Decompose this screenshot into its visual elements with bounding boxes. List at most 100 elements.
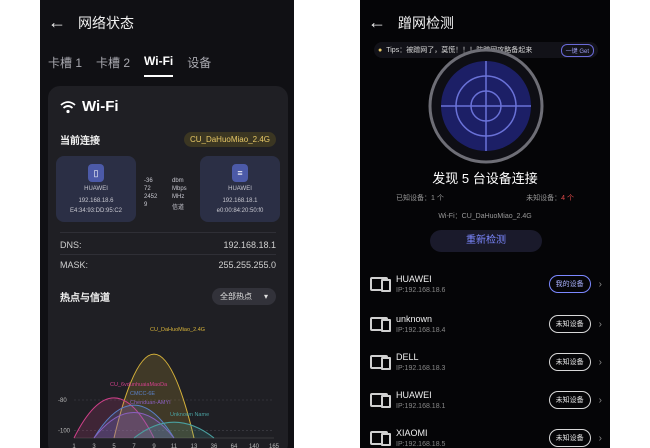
dropdown-triangle-icon: ▾ bbox=[263, 292, 268, 301]
found-devices-text: 发现 5 台设备连接 bbox=[432, 171, 538, 186]
known-label: 已知设备： bbox=[396, 195, 431, 202]
stat-freq-unit: MHz bbox=[172, 194, 185, 200]
current-connection-row: 当前连接 CU_DaHuoMiao_2.4G bbox=[60, 132, 276, 147]
unknown-label: 未知设备： bbox=[526, 195, 562, 202]
hotspot-label: 热点与信道 bbox=[60, 293, 110, 304]
chevron-right-icon[interactable]: › bbox=[599, 279, 602, 290]
wifi-icon bbox=[60, 100, 76, 113]
router-device-name: HUAWEI bbox=[228, 186, 252, 192]
unknown-count: 4 个 bbox=[561, 195, 574, 202]
stat-signal-value: -36 bbox=[144, 178, 153, 184]
device-name: XIAOMI bbox=[396, 428, 428, 438]
hotspot-filter-value: 全部热点 bbox=[219, 292, 252, 301]
stat-channel-unit: 信道 bbox=[172, 205, 185, 211]
local-device-ip: 192.168.18.6 bbox=[78, 198, 114, 204]
series-label: CMCC-6E bbox=[130, 391, 155, 397]
stat-freq-value: 2452 bbox=[144, 194, 158, 200]
series-label: Unknown Name bbox=[170, 412, 209, 418]
tab-slot-2[interactable]: 卡槽 2 bbox=[96, 54, 130, 77]
x-tick-label: 64 bbox=[231, 444, 238, 448]
chevron-right-icon[interactable]: › bbox=[599, 357, 602, 368]
dns-label: DNS: bbox=[60, 240, 82, 250]
tab-bar: 卡槽 1 卡槽 2 Wi-Fi 设备 bbox=[48, 54, 211, 77]
phone-network-detect: ← 蹭网检测 ● Tips：被蹭网了，莫慌！！！防蹭网攻略备起来 一键 Get … bbox=[360, 0, 610, 448]
divider bbox=[60, 232, 276, 233]
back-arrow-icon[interactable]: ← bbox=[48, 12, 68, 33]
dns-row: DNS: 192.168.18.1 bbox=[60, 240, 276, 250]
connected-wifi-line: Wi-Fi：CU_DaHuoMiao_2.4G bbox=[438, 213, 532, 220]
device-tag-button[interactable]: 未知设备 bbox=[548, 353, 591, 371]
device-name: DELL bbox=[396, 352, 419, 362]
wifi-title-text: Wi-Fi bbox=[82, 98, 119, 115]
stat-signal-unit: dbm bbox=[172, 178, 184, 184]
header: ← 网络状态 bbox=[48, 12, 134, 33]
hotspot-filter-select[interactable]: 全部热点 ▾ bbox=[211, 288, 276, 305]
device-tag-button[interactable]: 未知设备 bbox=[548, 391, 591, 409]
wifi-card-title: Wi-Fi bbox=[60, 98, 119, 115]
router-device-ip: 192.168.18.1 bbox=[222, 198, 258, 204]
router-icon: ≡ bbox=[232, 164, 248, 182]
x-tick-label: 165 bbox=[269, 444, 280, 448]
device-list-item[interactable]: HUAWEI IP:192.168.18.6 我的设备 › bbox=[370, 268, 602, 300]
unknown-devices-count: 未知设备：4 个 bbox=[526, 193, 574, 203]
chevron-right-icon[interactable]: › bbox=[599, 395, 602, 406]
devices-icon bbox=[370, 431, 391, 446]
chevron-right-icon[interactable]: › bbox=[599, 319, 602, 330]
tab-devices[interactable]: 设备 bbox=[187, 54, 211, 77]
series-label: CU_6vdunhuaiaMaoDa bbox=[110, 382, 168, 388]
mask-label: MASK: bbox=[60, 260, 89, 270]
stat-speed-unit: Mbps bbox=[172, 186, 187, 192]
stat-speed-value: 72 bbox=[144, 186, 151, 192]
mask-row: MASK: 255.255.255.0 bbox=[60, 260, 276, 270]
phone-network-status: ← 网络状态 卡槽 1 卡槽 2 Wi-Fi 设备 Wi-Fi 当前连接 CU_… bbox=[40, 0, 294, 448]
chevron-right-icon[interactable]: › bbox=[599, 433, 602, 444]
link-stats: -36 dbm 72 Mbps 2452 MHz 9 信道 bbox=[144, 178, 200, 211]
tab-slot-1[interactable]: 卡槽 1 bbox=[48, 54, 82, 77]
device-tag-button[interactable]: 未知设备 bbox=[548, 429, 591, 447]
devices-icon bbox=[370, 355, 391, 370]
series-label: CU_DaHuoMiao_2.4G bbox=[150, 327, 205, 333]
y-tick-label: -80 bbox=[58, 398, 67, 404]
device-list-item[interactable]: DELL IP:192.168.18.3 未知设备 › bbox=[370, 346, 602, 378]
device-ip: IP:192.168.18.5 bbox=[396, 441, 446, 448]
x-tick-label: 13 bbox=[191, 444, 198, 448]
radar-icon bbox=[428, 48, 544, 164]
device-name: HUAWEI bbox=[396, 274, 432, 284]
device-list-item[interactable]: HUAWEI IP:192.168.18.1 未知设备 › bbox=[370, 384, 602, 416]
phone-icon: ▯ bbox=[88, 164, 104, 182]
local-device-name: HUAWEI bbox=[84, 186, 108, 192]
current-connection-label: 当前连接 bbox=[60, 136, 100, 147]
page-title: 网络状态 bbox=[78, 14, 134, 31]
x-tick-label: 11 bbox=[171, 444, 178, 448]
dns-value: 192.168.18.1 bbox=[223, 240, 276, 250]
series-label: Chenduan-AMYI bbox=[130, 400, 171, 406]
get-guide-button[interactable]: 一键 Get bbox=[560, 43, 594, 57]
device-counts: 已知设备：1 个 未知设备：4 个 bbox=[396, 193, 574, 203]
x-tick-label: 5 bbox=[112, 444, 116, 448]
tab-wifi[interactable]: Wi-Fi bbox=[144, 54, 174, 77]
device-tag-button[interactable]: 未知设备 bbox=[548, 315, 591, 333]
device-ip: IP:192.168.18.1 bbox=[396, 403, 446, 410]
x-tick-label: 7 bbox=[132, 444, 136, 448]
router-device-mac: e0:00:84:20:50:f0 bbox=[216, 208, 264, 214]
router-device-box: ≡ HUAWEI 192.168.18.1 e0:00:84:20:50:f0 bbox=[200, 156, 280, 222]
x-tick-label: 140 bbox=[249, 444, 260, 448]
header: ← 蹭网检测 bbox=[368, 12, 454, 33]
ssid-badge: CU_DaHuoMiao_2.4G bbox=[183, 132, 276, 147]
devices-icon bbox=[370, 317, 391, 332]
divider bbox=[60, 254, 276, 255]
bulb-icon: ● bbox=[378, 46, 383, 54]
known-devices-count: 已知设备：1 个 bbox=[396, 193, 444, 203]
device-ip: IP:192.168.18.4 bbox=[396, 327, 446, 334]
device-list-item[interactable]: unknown IP:192.168.18.4 未知设备 › bbox=[370, 308, 602, 340]
devices-icon bbox=[370, 393, 391, 408]
device-tag-button[interactable]: 我的设备 bbox=[548, 275, 591, 293]
redetect-button[interactable]: 重新检测 bbox=[430, 230, 542, 252]
device-list-item[interactable]: XIAOMI IP:192.168.18.5 未知设备 › bbox=[370, 422, 602, 448]
mask-value: 255.255.255.0 bbox=[218, 260, 276, 270]
x-tick-label: 3 bbox=[92, 444, 96, 448]
local-device-box: ▯ HUAWEI 192.168.18.6 E4:34:93:DD:95:C2 bbox=[56, 156, 136, 222]
known-count: 1 个 bbox=[431, 195, 444, 202]
page-title: 蹭网检测 bbox=[398, 14, 454, 31]
back-arrow-icon[interactable]: ← bbox=[368, 12, 388, 33]
